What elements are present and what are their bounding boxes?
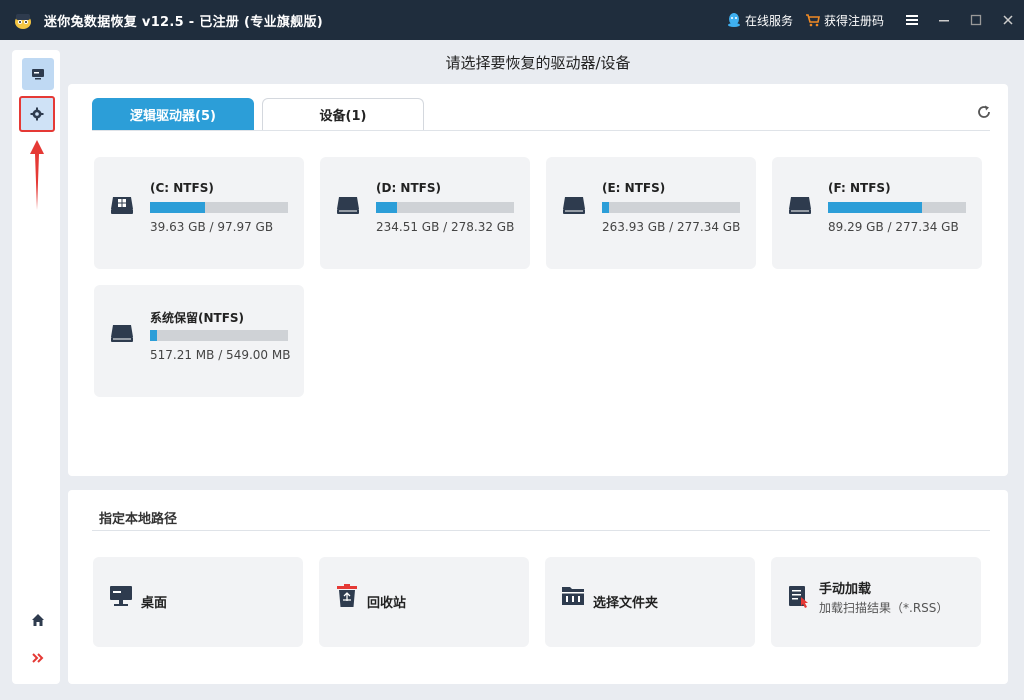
usage-bar [150, 202, 288, 213]
manual-load-title: 手动加载 [819, 582, 872, 597]
usage-fill [376, 202, 397, 213]
gear-icon [30, 107, 44, 121]
refresh-icon[interactable] [976, 104, 992, 120]
manual-load-option[interactable]: 手动加载 加载扫描结果（*.RSS） [771, 557, 981, 647]
recovery-nav-button[interactable] [22, 58, 54, 90]
drive-nav-icon [32, 69, 44, 80]
chat-icon [727, 13, 740, 27]
double-chevron-right-icon [32, 653, 44, 663]
local-path-panel: 指定本地路径 桌面 回收站 选择文件夹 手动加载 加载扫描结果（*.RSS） [68, 490, 1008, 684]
folder-icon [562, 587, 584, 605]
get-code-label: 获得注册码 [823, 13, 884, 28]
windows-drive-icon [111, 197, 133, 214]
tabs-divider [92, 130, 990, 131]
minimize-button[interactable] [928, 0, 960, 40]
desktop-label: 桌面 [141, 596, 168, 611]
drive-name: (E: NTFS) [602, 181, 666, 195]
home-nav-button[interactable] [22, 604, 54, 636]
hard-drive-icon [563, 197, 585, 214]
home-icon [32, 614, 44, 626]
online-service-label: 在线服务 [744, 13, 793, 28]
drive-card-f[interactable]: (F: NTFS) 89.29 GB / 277.34 GB [772, 157, 982, 269]
hamburger-icon [906, 15, 918, 25]
close-icon [1003, 15, 1013, 25]
drive-name: (D: NTFS) [376, 181, 441, 195]
tab-devices[interactable]: 设备(1) [262, 98, 424, 130]
drive-size: 39.63 GB / 97.97 GB [150, 220, 274, 234]
drive-card-system-reserved[interactable]: 系统保留(NTFS) 517.21 MB / 549.00 MB [94, 285, 304, 397]
drive-size: 89.29 GB / 277.34 GB [828, 220, 959, 234]
local-path-title: 指定本地路径 [99, 512, 178, 527]
page-title: 请选择要恢复的驱动器/设备 [445, 54, 631, 72]
app-logo-icon [15, 14, 31, 29]
usage-fill [150, 202, 206, 213]
usage-fill [150, 330, 157, 341]
usage-bar [376, 202, 514, 213]
drive-name: 系统保留(NTFS) [150, 311, 245, 325]
annotation-arrow [30, 140, 44, 210]
usage-bar [828, 202, 966, 213]
cart-icon [805, 14, 820, 27]
desktop-icon [110, 586, 132, 606]
select-folder-label: 选择文件夹 [593, 596, 659, 611]
desktop-option[interactable]: 桌面 [93, 557, 303, 647]
drive-size: 517.21 MB / 549.00 MB [150, 348, 291, 362]
menu-button[interactable] [896, 0, 928, 40]
drive-card-d[interactable]: (D: NTFS) 234.51 GB / 278.32 GB [320, 157, 530, 269]
drive-card-c[interactable]: (C: NTFS) 39.63 GB / 97.97 GB [94, 157, 304, 269]
drive-name: (C: NTFS) [150, 181, 214, 195]
drive-card-e[interactable]: (E: NTFS) 263.93 GB / 277.34 GB [546, 157, 756, 269]
drive-size: 234.51 GB / 278.32 GB [376, 220, 515, 234]
drive-tabs: 逻辑驱动器(5) 设备(1) [92, 98, 432, 130]
recycle-bin-label: 回收站 [367, 596, 407, 611]
minimize-icon [939, 20, 949, 22]
app-title: 迷你兔数据恢复 v12.5 - 已注册 (专业旗舰版) [44, 15, 324, 30]
hard-drive-icon [111, 325, 133, 342]
usage-fill [828, 202, 922, 213]
maximize-button[interactable] [960, 0, 992, 40]
select-folder-option[interactable]: 选择文件夹 [545, 557, 755, 647]
drive-name: (F: NTFS) [828, 181, 891, 195]
local-path-divider [92, 530, 990, 531]
usage-bar [150, 330, 288, 341]
manual-load-icon [789, 586, 808, 608]
tab-logical-drives[interactable]: 逻辑驱动器(5) [92, 98, 254, 130]
title-bar: 迷你兔数据恢复 v12.5 - 已注册 (专业旗舰版) 在线服务 获得注册码 [0, 0, 1024, 40]
drive-size: 263.93 GB / 277.34 GB [602, 220, 741, 234]
online-service-link[interactable]: 在线服务 [726, 12, 793, 29]
usage-bar [602, 202, 740, 213]
manual-load-subtitle: 加载扫描结果（*.RSS） [819, 601, 949, 615]
maximize-icon [970, 14, 982, 26]
hard-drive-icon [337, 197, 359, 214]
recycle-bin-icon [337, 584, 357, 607]
expand-nav-button[interactable] [22, 642, 54, 674]
settings-nav-button[interactable] [19, 96, 55, 132]
hard-drive-icon [789, 197, 811, 214]
usage-fill [602, 202, 609, 213]
recycle-bin-option[interactable]: 回收站 [319, 557, 529, 647]
drive-panel: 逻辑驱动器(5) 设备(1) (C: NTFS) 39.63 GB / 97.9… [68, 84, 1008, 476]
close-button[interactable] [992, 0, 1024, 40]
get-code-link[interactable]: 获得注册码 [805, 12, 884, 29]
